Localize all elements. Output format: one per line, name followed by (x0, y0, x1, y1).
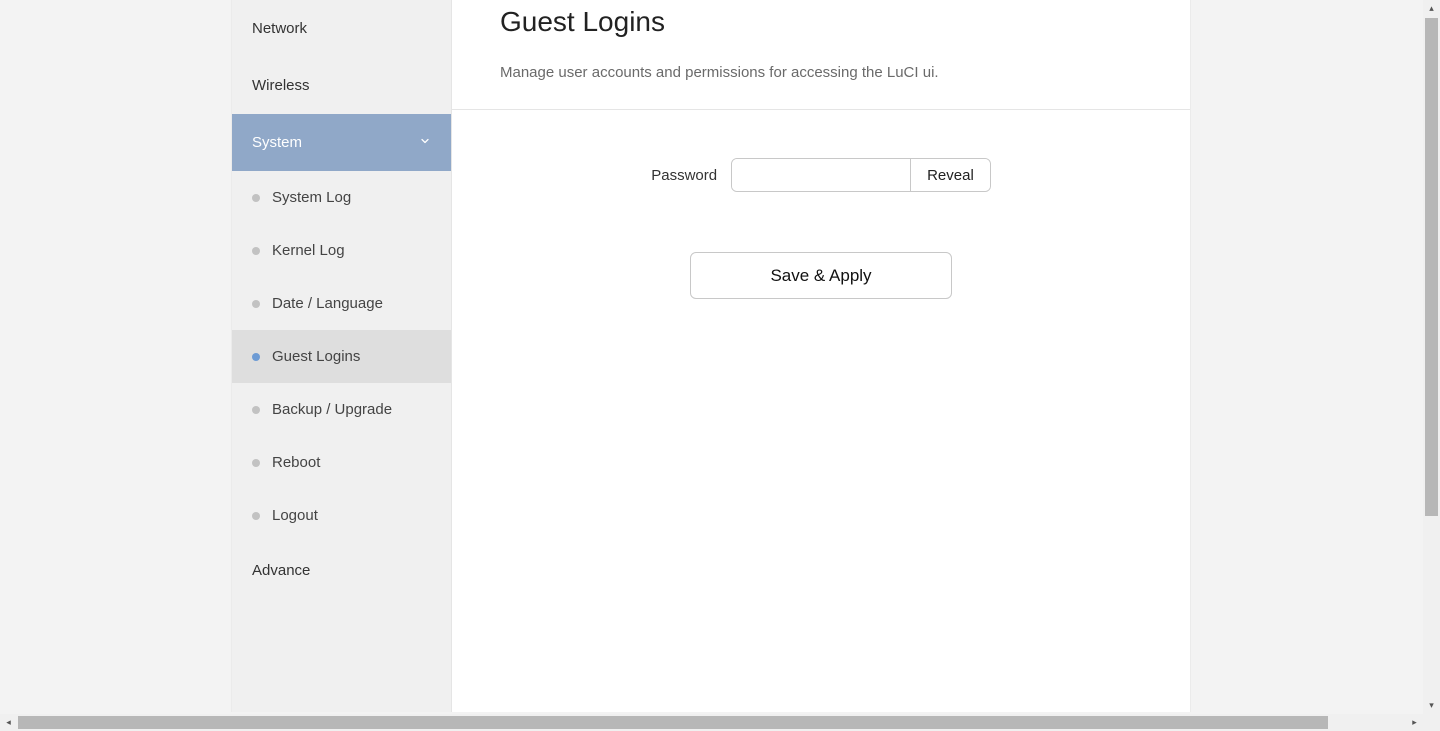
sidebar-subitem-date-language[interactable]: Date / Language (232, 277, 451, 330)
sidebar-item-label: Backup / Upgrade (272, 401, 392, 418)
sidebar-item-system[interactable]: System (232, 114, 451, 171)
scroll-thumb[interactable] (18, 716, 1328, 729)
page-description: Manage user accounts and permissions for… (500, 64, 1142, 81)
sidebar-item-network[interactable]: Network (232, 0, 451, 57)
sidebar-item-label: Kernel Log (272, 242, 345, 259)
password-input[interactable] (732, 159, 910, 191)
page-title: Guest Logins (500, 0, 1142, 64)
scroll-thumb[interactable] (1425, 18, 1438, 516)
bullet-icon (252, 512, 260, 520)
bullet-icon (252, 247, 260, 255)
sidebar-item-label: System Log (272, 189, 351, 206)
page-header: Guest Logins Manage user accounts and pe… (452, 0, 1190, 110)
vertical-scrollbar[interactable]: ▴ ▾ (1423, 0, 1440, 731)
save-apply-button[interactable]: Save & Apply (690, 252, 952, 299)
sidebar-subitem-backup-upgrade[interactable]: Backup / Upgrade (232, 383, 451, 436)
sidebar-subitem-guest-logins[interactable]: Guest Logins (232, 330, 451, 383)
scroll-corner (1423, 714, 1440, 731)
sidebar-item-label: System (252, 134, 302, 151)
scroll-down-icon[interactable]: ▾ (1423, 697, 1440, 714)
bullet-icon (252, 406, 260, 414)
scroll-left-icon[interactable]: ◂ (0, 714, 17, 731)
sidebar-item-label: Reboot (272, 454, 320, 471)
password-combo: Reveal (731, 158, 991, 192)
password-row: Password Reveal (651, 158, 991, 192)
form: Password Reveal Save & Apply (452, 110, 1190, 347)
main-content: Guest Logins Manage user accounts and pe… (452, 0, 1190, 712)
sidebar-item-wireless[interactable]: Wireless (232, 57, 451, 114)
chevron-down-icon (419, 134, 431, 151)
sidebar-item-label: Advance (252, 562, 310, 579)
sidebar-item-label: Wireless (252, 77, 310, 94)
sidebar-subitem-kernel-log[interactable]: Kernel Log (232, 224, 451, 277)
scroll-right-icon[interactable]: ▸ (1406, 714, 1423, 731)
sidebar-item-advance[interactable]: Advance (232, 542, 451, 599)
sidebar-item-label: Network (252, 20, 307, 37)
sidebar-item-label: Logout (272, 507, 318, 524)
sidebar-subitem-system-log[interactable]: System Log (232, 171, 451, 224)
bullet-icon (252, 194, 260, 202)
bullet-icon (252, 459, 260, 467)
bullet-icon (252, 353, 260, 361)
bullet-icon (252, 300, 260, 308)
sidebar-subitem-reboot[interactable]: Reboot (232, 436, 451, 489)
scroll-up-icon[interactable]: ▴ (1423, 0, 1440, 17)
reveal-button[interactable]: Reveal (910, 159, 990, 191)
password-label: Password (651, 167, 717, 184)
sidebar-item-label: Guest Logins (272, 348, 360, 365)
sidebar: Network Wireless System System Log Kerne… (232, 0, 452, 712)
sidebar-subitem-logout[interactable]: Logout (232, 489, 451, 542)
horizontal-scrollbar[interactable]: ◂ ▸ (0, 714, 1440, 731)
sidebar-item-label: Date / Language (272, 295, 383, 312)
